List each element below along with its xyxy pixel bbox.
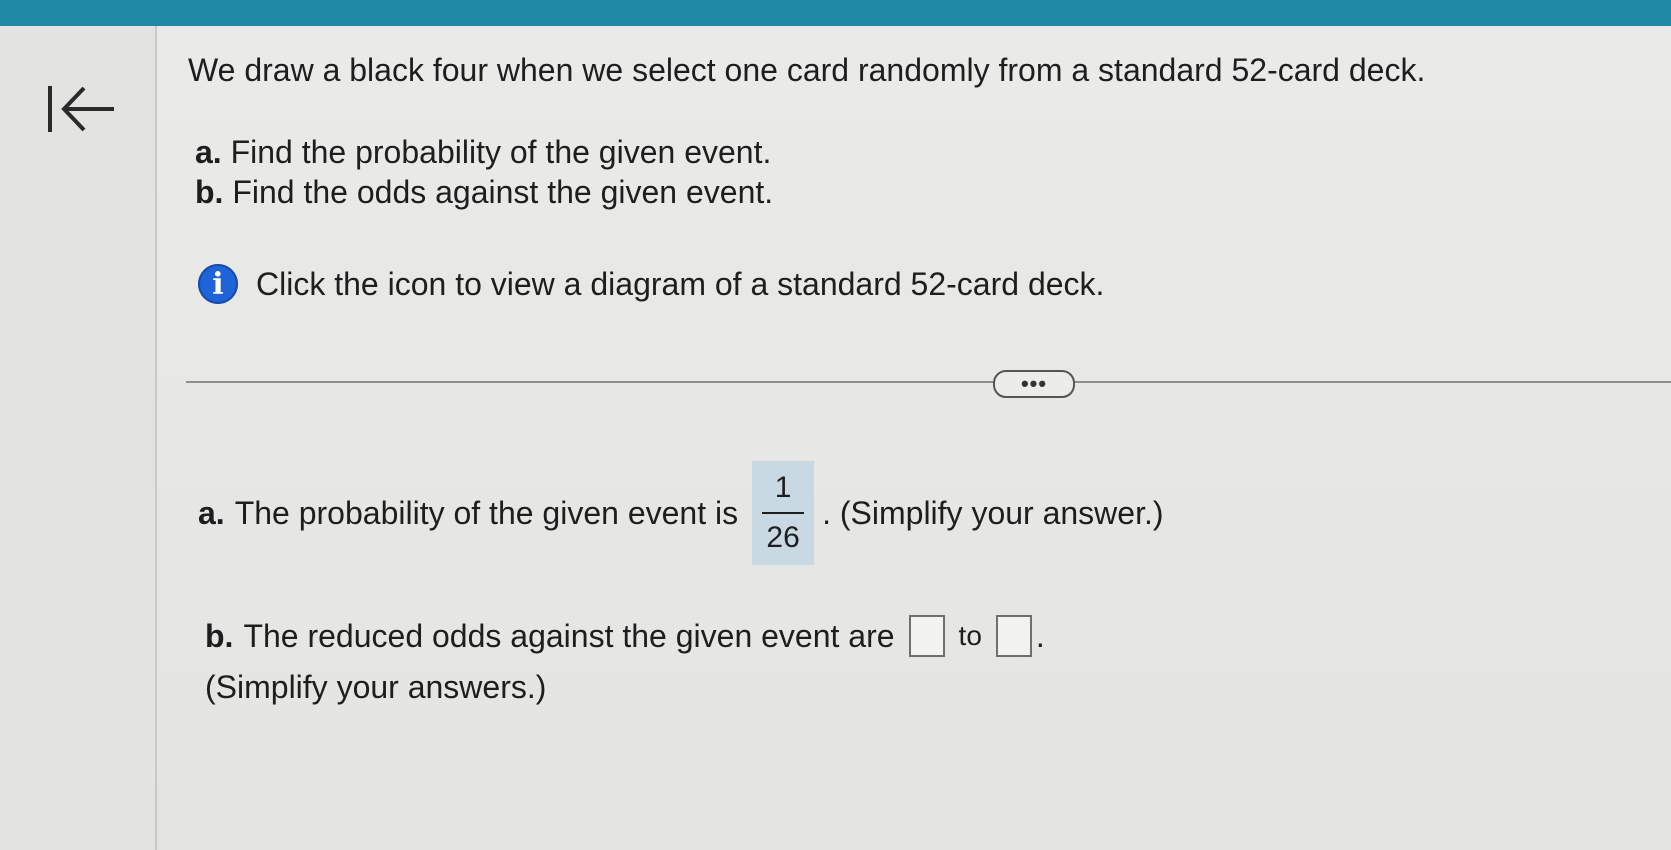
arrow-left-to-bar-icon	[48, 86, 114, 132]
question-prompt: We draw a black four when we select one …	[188, 52, 1426, 88]
part-letter: a.	[195, 134, 222, 170]
question-parts: a. Find the probability of the given eve…	[195, 132, 773, 212]
fraction-numerator: 1	[774, 471, 792, 504]
answer-letter: b.	[205, 617, 234, 654]
answer-b-prefix: The reduced odds against the given event…	[243, 617, 895, 654]
deck-diagram-row: i Click the icon to view a diagram of a …	[198, 262, 1104, 306]
section-divider	[186, 381, 1671, 383]
more-options-button[interactable]: •••	[993, 370, 1075, 398]
answer-letter: a.	[198, 494, 225, 531]
answer-b-period: .	[1035, 617, 1045, 654]
part-letter: b.	[195, 174, 224, 210]
odds-to-word: to	[958, 620, 982, 651]
fraction-denominator: 26	[766, 521, 800, 554]
answer-part-b: b. The reduced odds against the given ev…	[205, 612, 1045, 660]
top-bar	[0, 0, 1671, 26]
part-text: Find the probability of the given event.	[230, 134, 772, 170]
deck-diagram-text: Click the icon to view a diagram of a st…	[256, 265, 1105, 302]
odds-first-input[interactable]	[908, 615, 945, 657]
probability-answer-box[interactable]: 1 26	[752, 461, 815, 565]
part-text: Find the odds against the given event.	[232, 174, 774, 210]
fraction-bar	[762, 512, 805, 514]
question-part-a: a. Find the probability of the given eve…	[195, 132, 773, 172]
answer-part-a: a. The probability of the given event is…	[198, 458, 1164, 568]
simplify-note: (Simplify your answers.)	[205, 669, 547, 705]
answer-a-prefix: The probability of the given event is	[234, 494, 739, 531]
question-part-b: b. Find the odds against the given event…	[195, 172, 773, 212]
left-panel	[0, 26, 155, 850]
odds-second-input[interactable]	[995, 615, 1032, 657]
info-icon[interactable]: i	[198, 264, 238, 304]
back-button[interactable]	[40, 78, 122, 140]
answer-a-suffix: . (Simplify your answer.)	[822, 494, 1164, 531]
